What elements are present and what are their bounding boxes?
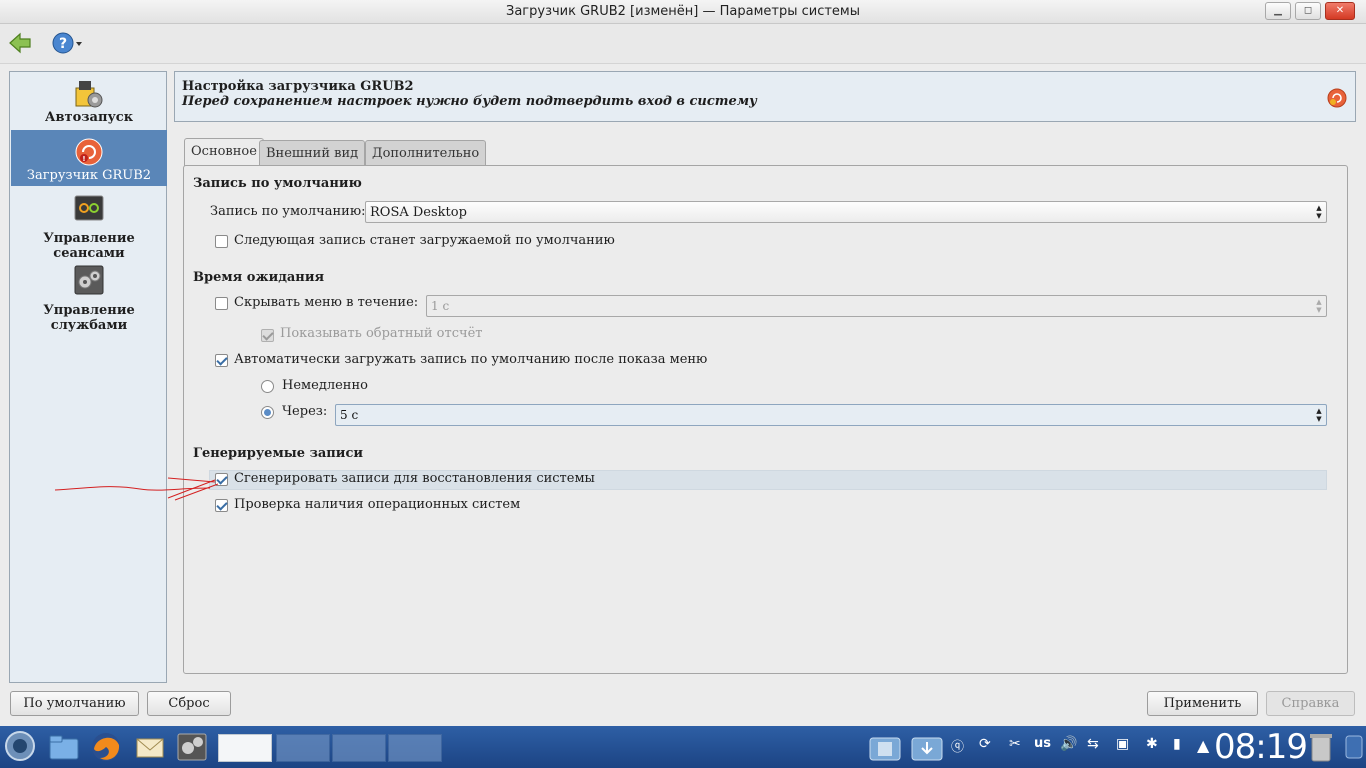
grub-icon (1327, 88, 1347, 108)
immediately-label: Немедленно (282, 378, 368, 393)
window-title: Загрузчик GRUB2 [изменён] — Параметры си… (506, 4, 860, 19)
recovery-entries-label: Сгенерировать записи для восстановления … (234, 471, 595, 486)
file-manager-icon[interactable] (48, 731, 80, 763)
task-window[interactable] (332, 734, 386, 762)
help-button[interactable]: Справка (1266, 691, 1355, 716)
maximize-button[interactable]: ◻ (1295, 2, 1321, 20)
tab-general[interactable]: Основное (184, 138, 264, 167)
taskbar: ⓠ ⟳ ✂ us 🔊 ⇆ ▣ ✱ ▮ ▲ 08:19 (0, 726, 1366, 768)
keyboard-layout-indicator[interactable]: us (1034, 736, 1051, 751)
default-entry-value: ROSA Desktop (370, 205, 467, 220)
title-bar: Загрузчик GRUB2 [изменён] — Параметры си… (0, 0, 1366, 24)
select-arrows-icon: ▲ ▼ (1316, 204, 1322, 220)
countdown-checkbox[interactable] (261, 329, 274, 342)
sidebar-item-label: Управление службами (43, 303, 135, 333)
spin-arrows-icon: ▲ ▼ (1316, 407, 1322, 423)
sidebar-item-autostart[interactable]: Автозапуск (11, 78, 167, 130)
update-tray-icon[interactable]: ⟳ (979, 736, 991, 752)
countdown-label: Показывать обратный отсчёт (280, 326, 483, 341)
network-tray-icon[interactable]: ▣ (1116, 736, 1129, 752)
mail-icon[interactable] (134, 731, 166, 763)
sidebar-item-services[interactable]: Управление службами (11, 264, 167, 333)
default-entry-select[interactable]: ROSA Desktop ▲ ▼ (365, 201, 1327, 223)
qbittorrent-tray-icon[interactable]: ⓠ (951, 736, 964, 755)
downloads-tray-icon[interactable] (910, 732, 944, 764)
volume-tray-icon[interactable]: 🔊 (1060, 736, 1077, 752)
after-value: 5 с (340, 408, 359, 422)
auto-boot-checkbox[interactable] (215, 354, 228, 367)
next-boot-default-checkbox[interactable] (215, 235, 228, 248)
sidebar-item-label: Управление сеансами (43, 231, 135, 261)
close-button[interactable]: ✕ (1325, 2, 1355, 20)
after-spinbox[interactable]: 5 с ▲ ▼ (335, 404, 1327, 426)
hide-menu-value: 1 с (431, 299, 450, 313)
system-settings-icon[interactable] (176, 731, 208, 763)
sidebar: Автозапуск ! Загрузчик GRUB2 Управление … (9, 71, 167, 683)
defaults-button[interactable]: По умолчанию (10, 691, 139, 716)
next-boot-default-label: Следующая запись станет загружаемой по у… (234, 233, 615, 248)
spin-arrows-icon: ▲ ▼ (1316, 298, 1322, 314)
section-timeout: Время ожидания (193, 270, 325, 285)
autostart-icon (75, 81, 103, 108)
os-prober-label: Проверка наличия операционных систем (234, 497, 521, 512)
clipboard-tray-icon[interactable]: ✂ (1009, 736, 1021, 752)
immediately-radio[interactable] (261, 380, 274, 393)
help-menu-icon[interactable]: ? (52, 32, 86, 54)
tray-expand-icon[interactable]: ▲ (1197, 736, 1209, 755)
task-window[interactable] (388, 734, 442, 762)
sidebar-item-label: Загрузчик GRUB2 (26, 168, 152, 183)
default-entry-label: Запись по умолчанию: (210, 204, 366, 219)
hide-menu-checkbox[interactable] (215, 297, 228, 310)
section-default-entry: Запись по умолчанию (193, 176, 362, 191)
back-arrow-icon[interactable] (8, 32, 32, 54)
module-title: Настройка загрузчика GRUB2 (182, 79, 414, 94)
session-icon (74, 195, 104, 221)
apply-button[interactable]: Применить (1147, 691, 1258, 716)
after-label: Через: (282, 404, 328, 419)
sidebar-item-sessions[interactable]: Управление сеансами (11, 192, 167, 261)
task-window-active[interactable] (218, 734, 272, 762)
tab-advanced[interactable]: Дополнительно (365, 140, 487, 166)
trash-icon[interactable] (1308, 731, 1334, 763)
svg-text:!: ! (82, 155, 85, 163)
task-window[interactable] (276, 734, 330, 762)
firefox-icon[interactable] (90, 731, 122, 763)
battery-tray-icon[interactable]: ▮ (1173, 736, 1181, 752)
services-icon (74, 265, 104, 295)
hide-menu-label: Скрывать меню в течение: (234, 295, 419, 310)
grub-icon: ! (75, 138, 103, 166)
launcher-icon[interactable] (4, 730, 36, 762)
screenshot-tray-icon[interactable] (868, 732, 902, 764)
toolbar: ? (0, 24, 1366, 64)
annotation-arrow (54, 477, 219, 501)
svg-text:?: ? (59, 36, 67, 52)
module-subtitle: Перед сохранением настроек нужно будет п… (182, 94, 757, 109)
sidebar-item-label: Автозапуск (44, 110, 134, 125)
hide-menu-spinbox[interactable]: 1 с ▲ ▼ (426, 295, 1327, 317)
module-header: Настройка загрузчика GRUB2 Перед сохране… (174, 71, 1356, 122)
minimize-button[interactable]: ▁ (1265, 2, 1291, 20)
sidebar-item-grub2[interactable]: ! Загрузчик GRUB2 (11, 130, 167, 186)
section-generated: Генерируемые записи (193, 446, 364, 461)
usb-tray-icon[interactable]: ⇆ (1087, 736, 1099, 752)
reset-button[interactable]: Сброс (147, 691, 231, 716)
clock[interactable]: 08:19 (1214, 727, 1308, 767)
bluetooth-tray-icon[interactable]: ✱ (1146, 736, 1158, 752)
tab-appearance[interactable]: Внешний вид (259, 140, 366, 166)
show-desktop-icon[interactable] (1344, 734, 1364, 760)
auto-boot-label: Автоматически загружать запись по умолча… (234, 352, 708, 367)
after-radio[interactable] (261, 406, 274, 419)
